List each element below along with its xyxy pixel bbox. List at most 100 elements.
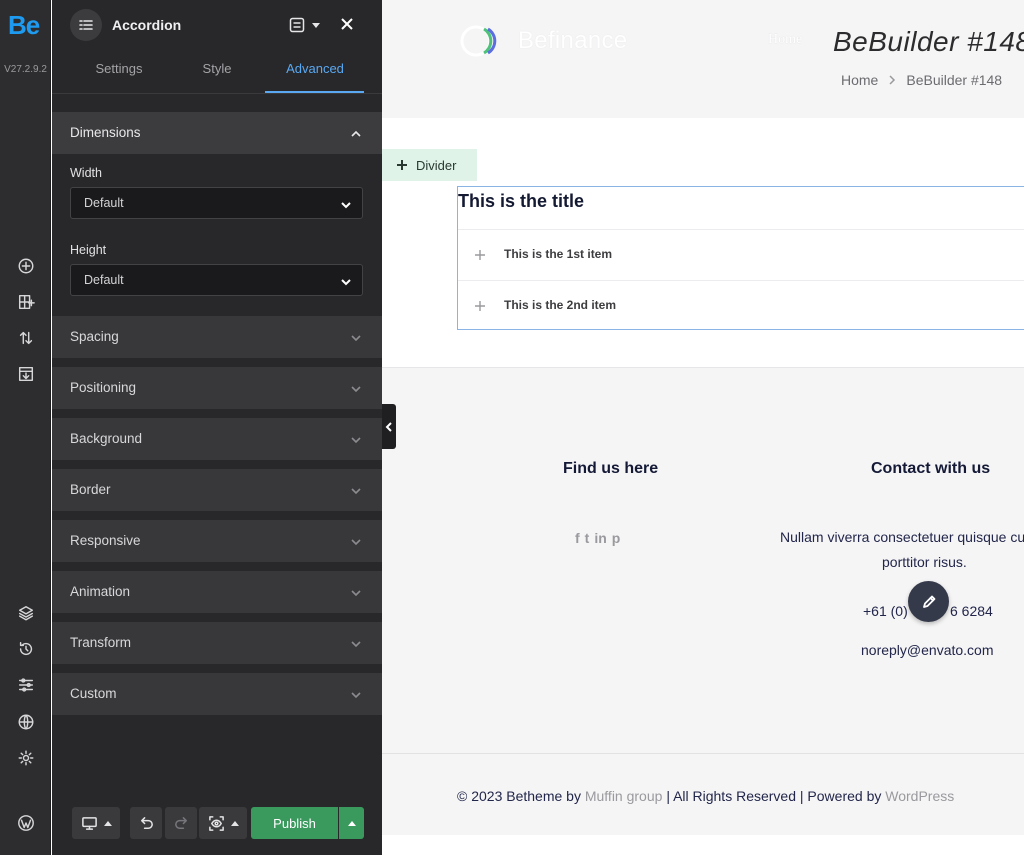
version-label: V27.2.9.2: [4, 64, 47, 75]
chevron-down-icon: [350, 331, 362, 343]
twitter-icon[interactable]: t: [585, 530, 590, 546]
section-background[interactable]: Background: [52, 418, 382, 460]
presets-icon: [289, 17, 305, 33]
undo-icon: [140, 816, 153, 829]
social-links: f t in p: [575, 530, 620, 546]
contact-email[interactable]: noreply@envato.com: [861, 642, 994, 658]
chevron-right-icon: [888, 72, 896, 88]
sort-icon[interactable]: [13, 325, 39, 351]
section-transform[interactable]: Transform: [52, 622, 382, 664]
befinance-logo-icon: [460, 25, 497, 57]
linkedin-icon[interactable]: in: [594, 530, 606, 546]
close-button[interactable]: [338, 15, 358, 35]
globe-icon[interactable]: [13, 709, 39, 735]
plus-icon: [474, 248, 486, 260]
site-brand[interactable]: Befinance: [458, 24, 627, 58]
copyright: © 2023 Betheme by Muffin group | All Rig…: [457, 788, 954, 804]
preview-button[interactable]: [199, 807, 247, 839]
breadcrumb-home[interactable]: Home: [841, 72, 878, 88]
edit-fab-button[interactable]: [908, 581, 949, 622]
accordion-item-label: This is the 1st item: [504, 247, 613, 261]
section-custom[interactable]: Custom: [52, 673, 382, 715]
find-us-title: Find us here: [563, 460, 659, 477]
panel-footer: Publish: [52, 795, 382, 855]
undo-button[interactable]: [130, 807, 162, 839]
chevron-down-icon: [350, 484, 362, 496]
collapse-panel-button[interactable]: [382, 404, 396, 449]
facebook-icon[interactable]: f: [575, 530, 580, 546]
height-value: Default: [84, 273, 124, 287]
section-label: Border: [70, 482, 111, 497]
device-preview-button[interactable]: [72, 807, 120, 839]
gear-icon[interactable]: [13, 745, 39, 771]
caret-up-icon: [347, 820, 356, 826]
chevron-left-icon: [385, 421, 392, 432]
nav-home-link[interactable]: Home: [768, 32, 802, 48]
import-icon[interactable]: [13, 361, 39, 387]
caret-up-icon: [103, 820, 112, 826]
betheme-logo[interactable]: Be: [8, 10, 40, 41]
redo-icon: [174, 816, 187, 829]
section-spacing[interactable]: Spacing: [52, 316, 382, 358]
width-label: Width: [70, 166, 102, 180]
tab-style[interactable]: Style: [168, 61, 266, 76]
redo-button[interactable]: [165, 807, 197, 839]
accordion-title: This is the title: [458, 191, 585, 211]
panel-tabs: Settings Style Advanced: [52, 52, 382, 94]
accordion-item[interactable]: This is the 1st item: [458, 229, 1024, 279]
presets-dropdown[interactable]: [288, 14, 326, 36]
page-header: Befinance Home BeBuilder #148 Home BeBui…: [382, 0, 1024, 118]
section-dimensions[interactable]: Dimensions: [52, 112, 382, 154]
section-label: Transform: [70, 635, 132, 650]
close-icon: [341, 18, 353, 30]
plus-icon: [397, 160, 407, 170]
publish-options-button[interactable]: [339, 807, 364, 839]
copyright-middle: | All Rights Reserved | Powered by: [666, 788, 882, 804]
panel-title: Accordion: [112, 17, 182, 33]
muffin-group-link[interactable]: Muffin group: [585, 788, 663, 804]
publish-button[interactable]: Publish: [251, 807, 338, 839]
active-tab-indicator: [265, 91, 364, 93]
tab-advanced[interactable]: Advanced: [266, 61, 364, 76]
add-circle-icon[interactable]: [13, 253, 39, 279]
section-label: Background: [70, 431, 143, 446]
section-label: Spacing: [70, 329, 119, 344]
add-layout-icon[interactable]: [13, 289, 39, 315]
section-responsive[interactable]: Responsive: [52, 520, 382, 562]
chevron-down-icon: [350, 586, 362, 598]
accordion-icon: [70, 9, 102, 41]
site-footer: Find us here Contact with us f t in p Nu…: [382, 367, 1024, 835]
divider-label: Divider: [416, 157, 457, 173]
section-border[interactable]: Border: [52, 469, 382, 511]
tab-settings[interactable]: Settings: [70, 61, 168, 76]
icon-rail: Be V27.2.9.2: [0, 0, 51, 855]
layers-icon[interactable]: [13, 600, 39, 626]
accordion-element[interactable]: This is the title This is the 1st item T…: [457, 186, 1024, 330]
accordion-item-label: This is the 2nd item: [504, 298, 617, 312]
page-title: BeBuilder #148: [833, 26, 1024, 57]
section-label: Positioning: [70, 380, 137, 395]
contact-description: Nullam viverra consectetuer quisque cu: [780, 529, 1024, 545]
height-select[interactable]: Default: [70, 264, 363, 296]
section-label: Custom: [70, 686, 117, 701]
chevron-down-icon: [340, 198, 352, 210]
footer-divider: [382, 753, 1024, 754]
accordion-item[interactable]: This is the 2nd item: [458, 280, 1024, 330]
chevron-down-icon: [350, 382, 362, 394]
wordpress-icon[interactable]: [13, 810, 39, 836]
width-select[interactable]: Default: [70, 187, 363, 219]
chevron-down-icon: [350, 535, 362, 547]
pencil-icon: [922, 595, 935, 608]
chevron-down-icon: [350, 433, 362, 445]
site-preview: Befinance Home BeBuilder #148 Home BeBui…: [382, 0, 1024, 855]
history-icon[interactable]: [13, 636, 39, 662]
wordpress-link[interactable]: WordPress: [885, 788, 954, 804]
section-animation[interactable]: Animation: [52, 571, 382, 613]
contact-description-cont: porttitor risus.: [882, 554, 967, 570]
sliders-icon[interactable]: [13, 672, 39, 698]
section-label: Dimensions: [70, 125, 141, 140]
chevron-down-icon: [340, 275, 352, 287]
add-divider-button[interactable]: Divider: [382, 149, 477, 181]
section-positioning[interactable]: Positioning: [52, 367, 382, 409]
pinterest-icon[interactable]: p: [612, 530, 621, 546]
